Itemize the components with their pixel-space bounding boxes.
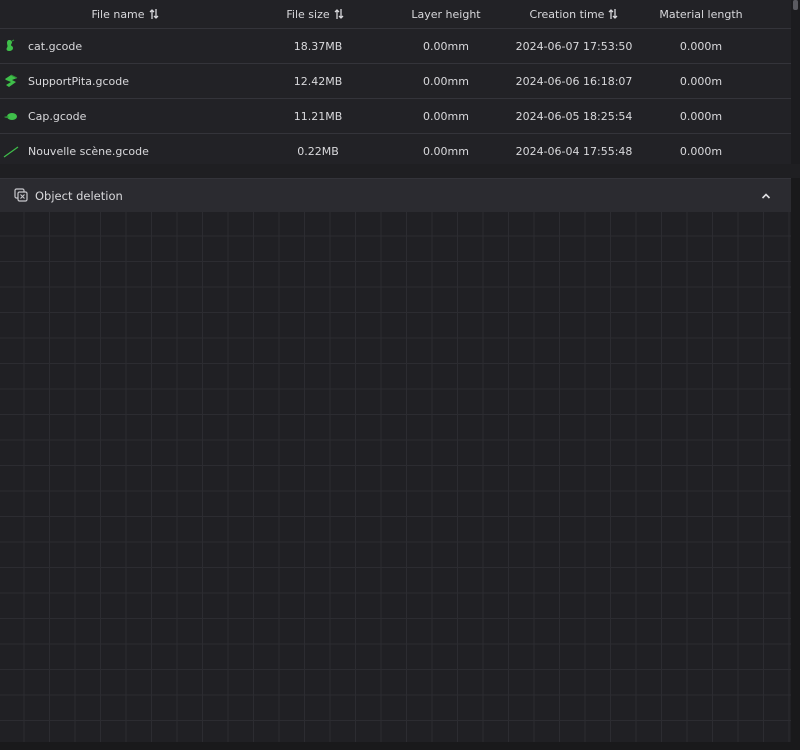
green-model-icon: [3, 108, 19, 124]
panel-title: Object deletion: [35, 188, 123, 203]
row-material-length: 0.000m: [679, 109, 723, 123]
header-file-name-label: File name: [91, 7, 145, 21]
row-file-name: SupportPita.gcode: [28, 74, 129, 88]
header-layer-height-label: Layer height: [411, 7, 481, 21]
scrollbar-thumb[interactable]: [793, 0, 798, 10]
sort-arrows-icon[interactable]: [608, 8, 618, 20]
row-creation-time: 2024-06-07 17:53:50: [515, 39, 633, 53]
sort-arrows-icon[interactable]: [334, 8, 344, 20]
header-material-length-label: Material length: [659, 7, 743, 21]
bottom-edge-strip: [0, 742, 800, 750]
row-file-name: Nouvelle scène.gcode: [28, 144, 149, 158]
row-material-length: 0.000m: [679, 144, 723, 158]
table-row[interactable]: Nouvelle scène.gcode 0.22MB 0.00mm 2024-…: [0, 134, 791, 168]
object-delete-icon: [14, 188, 28, 202]
table-row[interactable]: SupportPita.gcode 12.42MB 0.00mm 2024-06…: [0, 64, 791, 99]
table-row[interactable]: cat.gcode 18.37MB 0.00mm 2024-06-07 17:5…: [0, 29, 791, 64]
row-material-length: 0.000m: [679, 39, 723, 53]
row-creation-time: 2024-06-05 18:25:54: [515, 109, 633, 123]
row-creation-time: 2024-06-06 16:18:07: [515, 74, 633, 88]
row-material-length: 0.000m: [679, 74, 723, 88]
row-layer-height: 0.00mm: [423, 39, 469, 53]
green-model-icon: [3, 38, 19, 54]
row-layer-height: 0.00mm: [423, 144, 469, 158]
file-list-table: File name File size Layer height Creatio…: [0, 0, 792, 164]
object-deletion-panel-header[interactable]: Object deletion: [0, 178, 791, 213]
header-creation-time-label: Creation time: [529, 7, 605, 21]
row-file-size: 11.21MB: [293, 109, 343, 123]
green-line-icon: [3, 143, 19, 159]
header-file-size[interactable]: File size: [270, 0, 360, 28]
row-layer-height: 0.00mm: [423, 74, 469, 88]
header-material-length: Material length: [646, 0, 756, 28]
table-header: File name File size Layer height Creatio…: [0, 0, 791, 29]
header-file-size-label: File size: [286, 7, 330, 21]
table-scrollbar[interactable]: [791, 0, 800, 164]
green-model-icon: [3, 73, 19, 89]
row-file-size: 12.42MB: [293, 74, 343, 88]
header-layer-height: Layer height: [396, 0, 496, 28]
table-row[interactable]: Cap.gcode 11.21MB 0.00mm 2024-06-05 18:2…: [0, 99, 791, 134]
row-file-size: 18.37MB: [293, 39, 343, 53]
row-layer-height: 0.00mm: [423, 109, 469, 123]
row-creation-time: 2024-06-04 17:55:48: [515, 144, 633, 158]
header-creation-time[interactable]: Creation time: [514, 0, 634, 28]
row-file-size: 0.22MB: [297, 144, 339, 158]
row-file-name: cat.gcode: [28, 39, 83, 53]
right-edge-strip: [791, 178, 800, 750]
object-deletion-canvas[interactable]: [0, 212, 791, 742]
row-file-name: Cap.gcode: [28, 109, 87, 123]
sort-arrows-icon[interactable]: [149, 8, 159, 20]
chevron-up-icon[interactable]: [759, 189, 773, 203]
header-file-name[interactable]: File name: [80, 0, 170, 28]
